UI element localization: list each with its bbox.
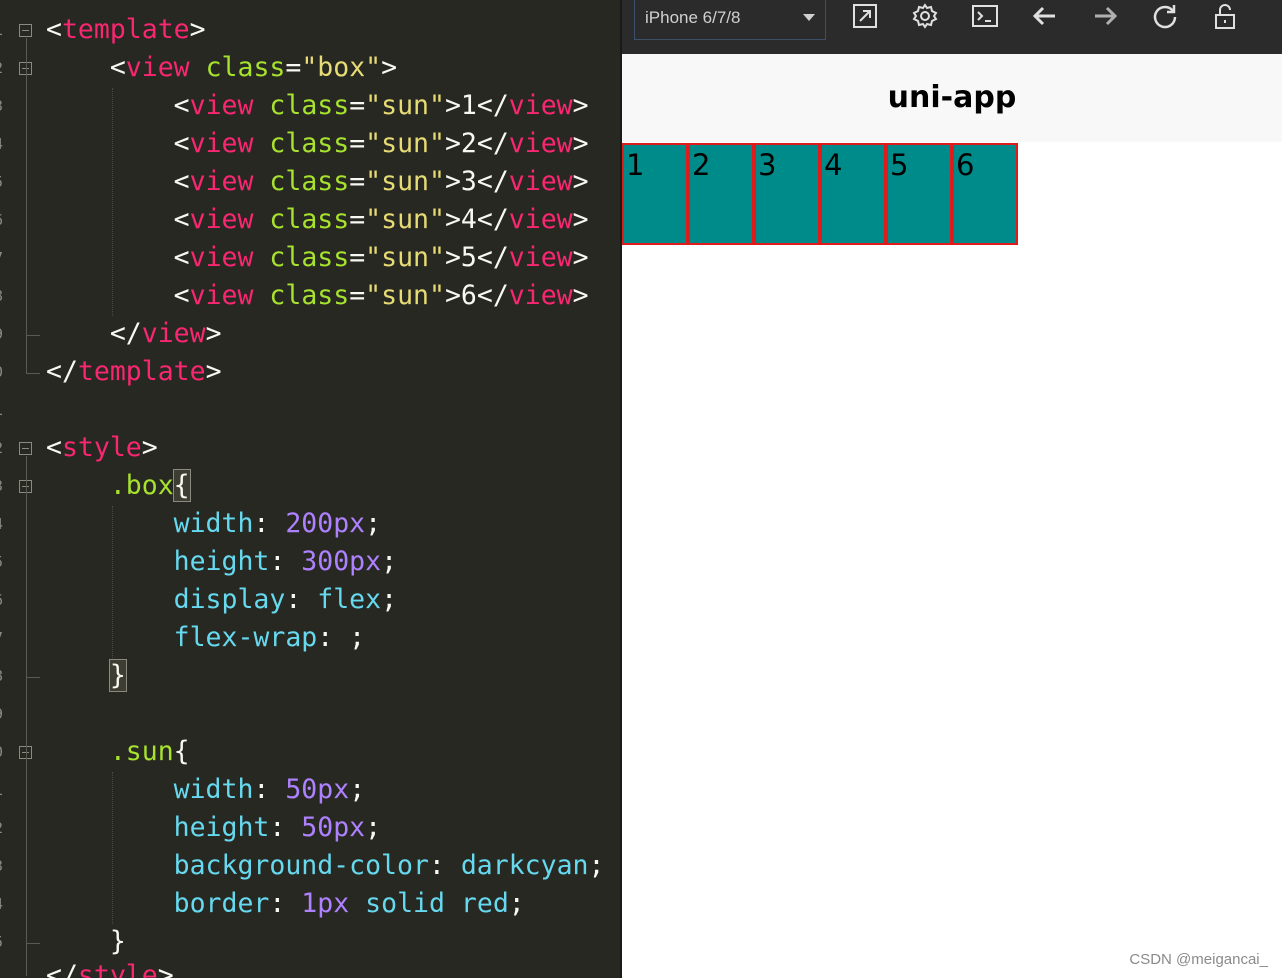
arrow-left-icon[interactable]: [1031, 2, 1059, 30]
line-number: 5: [0, 553, 6, 571]
sun-box: 4: [820, 143, 886, 245]
line-number: 1: [0, 781, 6, 799]
line-number: 1: [0, 21, 6, 39]
external-open-icon[interactable]: [851, 2, 879, 30]
page-title: uni-app: [887, 80, 1017, 115]
device-select[interactable]: iPhone 6/7/8: [634, 0, 826, 40]
code-line[interactable]: }: [46, 657, 127, 695]
code-line[interactable]: <view class="sun">6</view>: [46, 277, 589, 315]
line-number: 1: [0, 401, 6, 419]
line-number: 2: [0, 439, 6, 457]
flex-box: 1 2 3 4 5 6: [622, 143, 1022, 743]
fold-tick: [26, 335, 40, 336]
code-line[interactable]: .box{: [46, 467, 191, 505]
code-line[interactable]: .sun{: [46, 733, 190, 771]
line-number: 0: [0, 743, 6, 761]
code-line[interactable]: height: 300px;: [46, 543, 397, 581]
chevron-down-icon: [803, 14, 815, 21]
code-line[interactable]: flex-wrap: ;: [46, 619, 365, 657]
refresh-icon[interactable]: [1151, 2, 1179, 30]
code-line[interactable]: border: 1px solid red;: [46, 885, 525, 923]
code-line[interactable]: <view class="sun">5</view>: [46, 239, 589, 277]
sun-box: 6: [952, 143, 1018, 245]
code-line[interactable]: <view class="sun">3</view>: [46, 163, 589, 201]
line-number: 4: [0, 895, 6, 913]
code-line[interactable]: width: 200px;: [46, 505, 381, 543]
line-number: 2: [0, 819, 6, 837]
code-line[interactable]: display: flex;: [46, 581, 397, 619]
fold-toggle-icon[interactable]: [19, 442, 32, 455]
code-line[interactable]: </template>: [46, 353, 222, 391]
sun-box: 1: [622, 143, 688, 245]
device-select-value: iPhone 6/7/8: [645, 8, 741, 27]
line-number: 6: [0, 591, 6, 609]
code-line[interactable]: height: 50px;: [46, 809, 381, 847]
fold-tick: [26, 373, 40, 374]
line-number: 3: [0, 97, 6, 115]
watermark: CSDN @meigancai_: [1129, 951, 1268, 968]
code-line[interactable]: width: 50px;: [46, 771, 366, 809]
line-number: 8: [0, 667, 6, 685]
sun-box: 3: [754, 143, 820, 245]
line-number: 5: [0, 173, 6, 191]
fold-line: [26, 456, 27, 976]
code-editor[interactable]: 1 2 3 4 5 6 7 8 9 0 1 2 3 4 5 6 7 8 9 0 1 2 3 4 5 <template> <vi…: [0, 0, 620, 978]
unlock-icon[interactable]: [1211, 2, 1239, 30]
code-line[interactable]: <template>: [46, 11, 206, 49]
line-number: 5: [0, 933, 6, 951]
line-number: 3: [0, 477, 6, 495]
line-number: 9: [0, 325, 6, 343]
sun-box: 2: [688, 143, 754, 245]
fold-tick: [26, 943, 40, 944]
simulator-toolbar: iPhone 6/7/8: [622, 0, 1282, 54]
line-number: 4: [0, 515, 6, 533]
simulator-preview: iPhone 6/7/8 uni-app 1 2 3 4 5 6 CSDN @m…: [622, 0, 1282, 978]
code-line[interactable]: background-color: darkcyan;: [46, 847, 605, 885]
line-number: 6: [0, 211, 6, 229]
fold-toggle-icon[interactable]: [19, 24, 32, 37]
line-number: 3: [0, 857, 6, 875]
code-line[interactable]: </view>: [46, 315, 222, 353]
line-number: 9: [0, 705, 6, 723]
line-number: 2: [0, 59, 6, 77]
line-number: 7: [0, 249, 6, 267]
sun-box: 5: [886, 143, 952, 245]
line-number: 4: [0, 135, 6, 153]
line-number: 8: [0, 287, 6, 305]
fold-line: [26, 38, 27, 374]
code-line[interactable]: <view class="sun">2</view>: [46, 125, 589, 163]
code-line[interactable]: </style>: [46, 957, 174, 978]
gear-icon[interactable]: [911, 2, 939, 30]
code-line[interactable]: <style>: [46, 429, 158, 467]
fold-tick: [26, 677, 40, 678]
terminal-icon[interactable]: [971, 2, 999, 30]
code-line[interactable]: }: [46, 923, 126, 961]
line-number: 0: [0, 363, 6, 381]
code-line[interactable]: <view class="sun">1</view>: [46, 87, 589, 125]
line-number: 7: [0, 629, 6, 647]
code-line[interactable]: <view class="box">: [46, 49, 397, 87]
app-nav-bar: uni-app: [622, 54, 1282, 142]
arrow-right-icon[interactable]: [1091, 2, 1119, 30]
code-line[interactable]: <view class="sun">4</view>: [46, 201, 589, 239]
